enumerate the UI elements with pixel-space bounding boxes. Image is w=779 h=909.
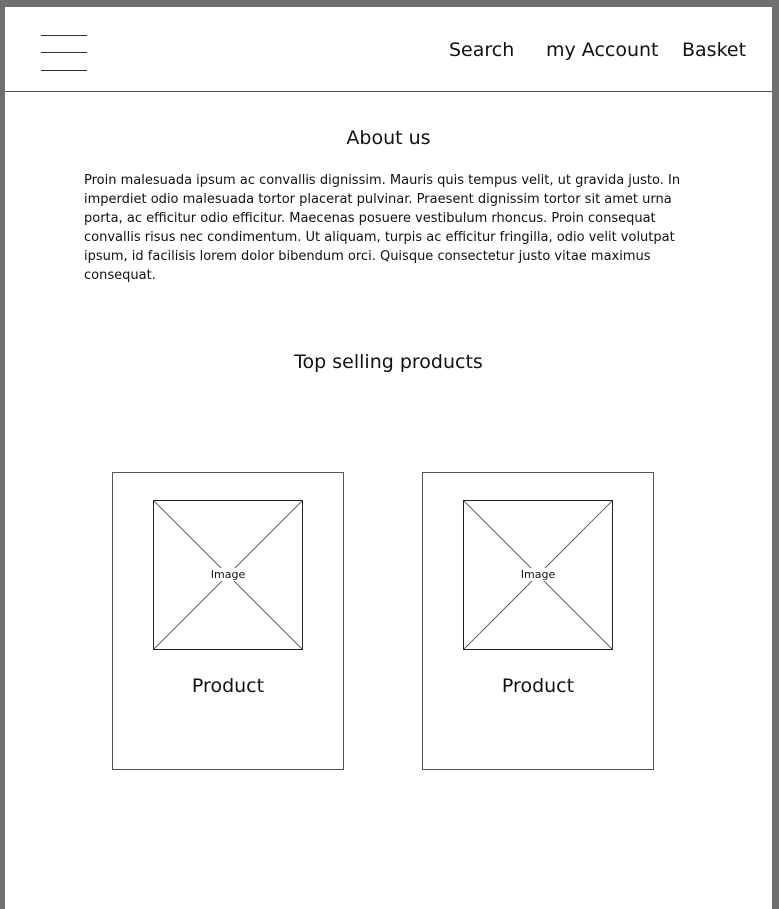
image-label-text: Image	[518, 568, 558, 581]
about-paragraph: Proin malesuada ipsum ac convallis digni…	[84, 173, 681, 283]
menu-line	[41, 52, 87, 53]
header: Search my Account Basket	[5, 7, 772, 92]
product-image-placeholder: Image	[153, 500, 303, 650]
product-name[interactable]: Product	[113, 675, 343, 697]
hamburger-menu-icon[interactable]	[41, 34, 87, 72]
nav-account-link[interactable]: my Account	[546, 39, 659, 61]
product-image-placeholder: Image	[463, 500, 613, 650]
nav-basket-link[interactable]: Basket	[682, 39, 746, 61]
product-card[interactable]: Image Product	[422, 472, 654, 770]
page: Search my Account Basket About us Proin …	[5, 7, 772, 909]
menu-line	[41, 35, 87, 36]
nav-search-link[interactable]: Search	[449, 39, 514, 61]
image-label: Image	[464, 568, 612, 581]
menu-line	[41, 70, 87, 71]
product-card[interactable]: Image Product	[112, 472, 344, 770]
product-name[interactable]: Product	[423, 675, 653, 697]
about-title: About us	[346, 127, 431, 149]
image-label-text: Image	[208, 568, 248, 581]
image-label: Image	[154, 568, 302, 581]
top-products-title: Top selling products	[294, 351, 483, 373]
